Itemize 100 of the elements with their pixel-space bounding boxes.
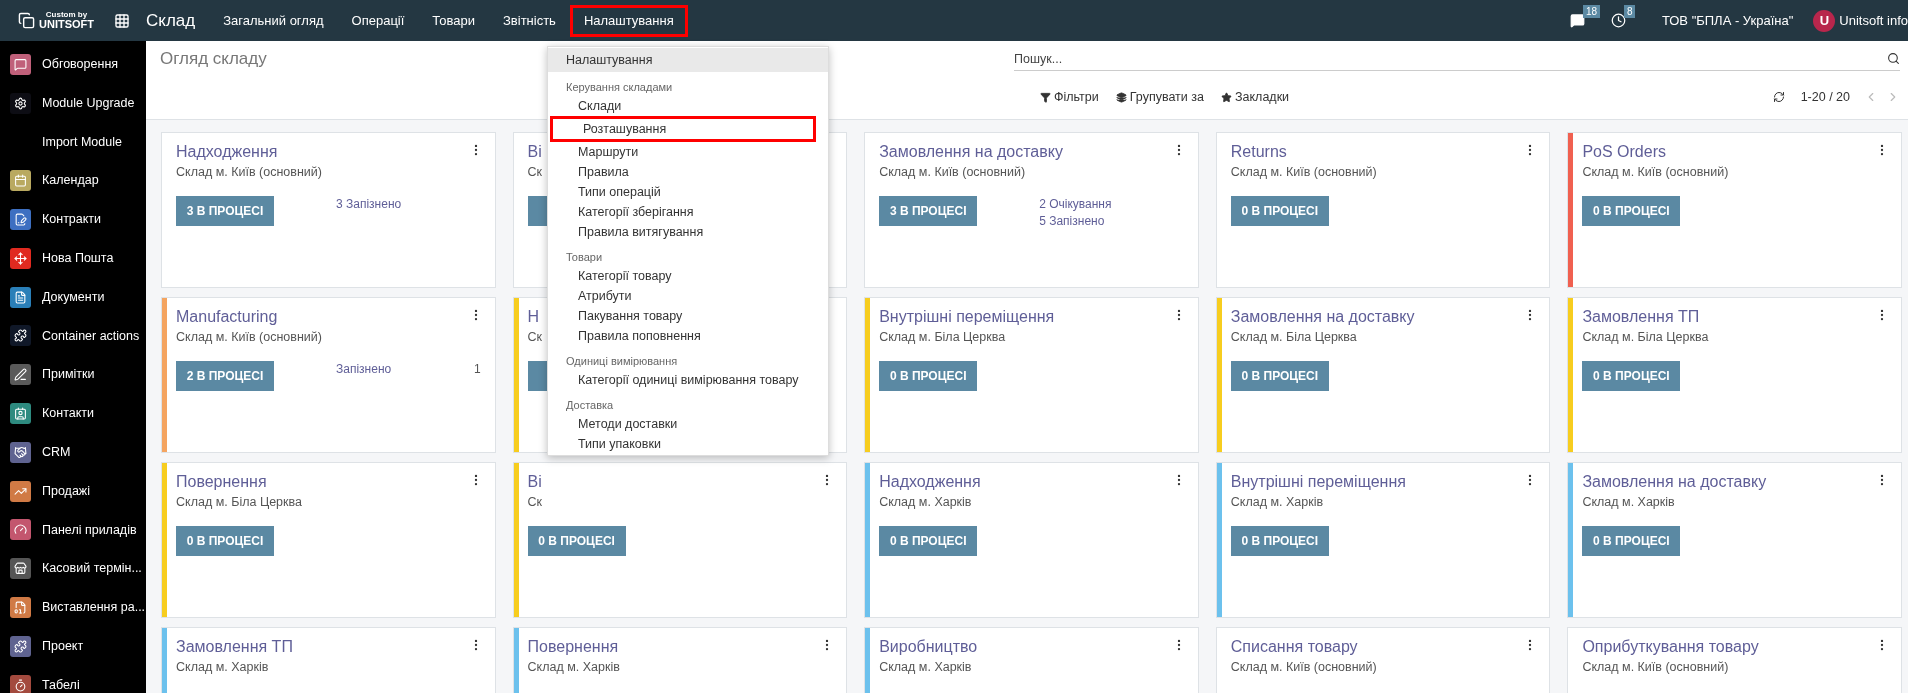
in-progress-button[interactable]: 0 В ПРОЦЕСІ [527,526,626,556]
in-progress-button[interactable]: 0 В ПРОЦЕСІ [1230,526,1329,556]
card-title[interactable]: Ві [527,471,542,493]
card-title[interactable]: Надходження [879,471,981,493]
in-progress-button[interactable]: 0 В ПРОЦЕСІ [879,526,978,556]
sidebar-item[interactable]: Module Upgrade [42,93,135,113]
apps-menu-icon[interactable] [114,12,130,29]
pager-value[interactable]: 1-20 / 20 [1800,87,1850,107]
document-pen-icon[interactable] [10,209,31,231]
in-progress-button[interactable]: 0 В ПРОЦЕСІ [879,361,978,391]
sidebar-item[interactable]: Документи [42,287,105,307]
sidebar-item[interactable]: Табелі [42,675,80,693]
puzzle-icon[interactable] [10,325,31,347]
sidebar-item[interactable]: Контракти [42,210,102,229]
card-title[interactable]: Списання товару [1230,636,1358,658]
handshake-icon[interactable] [10,441,31,463]
card-title[interactable]: Надходження [176,141,278,163]
sidebar-item[interactable]: Нова Пошта [42,249,114,268]
filter-button[interactable]: Закладки [1221,87,1290,107]
in-progress-button[interactable]: 0 В ПРОЦЕСІ [1230,361,1329,391]
card-title[interactable]: Внутрішні переміщення [879,306,1055,328]
card-title[interactable]: Замовлення на доставку [1230,306,1415,328]
sidebar-item[interactable]: CRM [42,443,71,462]
document-icon[interactable] [10,286,31,308]
dropdown-item[interactable]: Методи доставки [548,414,828,434]
avatar[interactable]: U [1813,9,1836,32]
dropdown-item[interactable]: Категорії товару [548,266,828,286]
chat-icon[interactable] [1569,13,1585,28]
stat-link[interactable]: 3 Запізнено [336,196,402,213]
in-progress-button[interactable]: 0 В ПРОЦЕСІ [176,526,274,556]
dropdown-item[interactable]: Правила витягування [548,222,828,242]
card-title[interactable]: Замовлення на доставку [1582,471,1767,493]
sidebar-item[interactable]: Продажі [42,481,90,501]
dropdown-item[interactable]: Склади [548,96,828,116]
in-progress-button[interactable]: 0 В ПРОЦЕСІ [1582,196,1681,226]
dropdown-item[interactable]: Типи операцій [548,182,828,202]
clock-icon[interactable] [1610,13,1626,28]
stat-link[interactable]: Запізнено [336,361,392,378]
dropdown-item[interactable]: Категорії зберігання [548,202,828,222]
search-field[interactable]: Пошук... [1014,47,1887,70]
menu-item[interactable]: Звітність [489,4,570,37]
sidebar-item[interactable]: Виставлення ра... [42,598,146,617]
sidebar-item[interactable]: Касовий термін... [42,559,142,579]
in-progress-button[interactable]: 0 В ПРОЦЕСІ [1582,361,1681,391]
gear-icon[interactable] [10,92,31,114]
sidebar-item[interactable]: Контакти [42,404,94,423]
store-icon[interactable] [10,558,31,580]
sidebar-item[interactable]: Проект [42,636,84,656]
company-name[interactable]: ТОВ "БПЛА - Україна" [1661,10,1794,31]
arrows-icon[interactable] [10,247,31,269]
stopwatch-icon[interactable] [10,674,31,693]
card-title[interactable]: Повернення [176,471,267,493]
sidebar-item[interactable]: Примітки [42,365,95,385]
menu-item[interactable]: Операції [337,4,419,37]
invoice-icon[interactable] [10,597,31,619]
menu-item[interactable]: Налаштування [569,4,688,37]
stat-link[interactable]: 2 Очікування [1039,196,1112,213]
dropdown-item[interactable]: Типи упаковки [548,434,828,454]
card-title[interactable]: Ві [527,141,542,163]
sidebar-item[interactable]: Import Module [42,132,122,152]
puzzle-icon[interactable] [10,635,31,657]
dropdown-item[interactable]: Правила поповнення [548,326,828,346]
dropdown-item[interactable]: Маршрути [548,142,828,162]
in-progress-button[interactable]: 0 В ПРОЦЕСІ [1582,526,1681,556]
card-title[interactable]: Виробництво [879,636,978,658]
calendar-icon[interactable] [10,170,31,192]
dropdown-item[interactable]: Пакування товару [548,306,828,326]
card-title[interactable]: Н [527,306,540,328]
card-title[interactable]: Замовлення на доставку [879,141,1063,163]
sidebar-item[interactable]: Панелі приладів [42,520,137,540]
in-progress-button[interactable]: 3 В ПРОЦЕСІ [176,196,274,226]
dropdown-item[interactable]: Налаштування [548,48,828,72]
dropdown-item[interactable]: Розташування [550,116,816,142]
refresh-icon[interactable] [1772,91,1785,103]
card-title[interactable]: Замовлення ТП [176,636,293,658]
sidebar-item[interactable]: Container actions [42,326,140,346]
stat-link[interactable]: 5 Запізнено [1039,213,1105,230]
menu-item[interactable]: Товари [418,4,489,37]
menu-item[interactable]: Загальний огляд [209,4,338,37]
pen-icon[interactable] [10,364,31,386]
card-title[interactable]: Внутрішні переміщення [1230,471,1406,493]
card-title[interactable]: PoS Orders [1582,141,1666,163]
card-title[interactable]: Manufacturing [176,306,278,328]
dropdown-item[interactable]: Атрибути [548,286,828,306]
filter-button[interactable]: Групувати за [1115,87,1204,107]
filter-button[interactable]: Фільтри [1040,87,1099,107]
card-title[interactable]: Оприбуткування товару [1582,636,1759,658]
gauge-icon[interactable] [10,519,31,541]
dropdown-item[interactable]: Правила [548,162,828,182]
dropdown-item[interactable]: Категорії одиниці вимірювання товару [548,370,828,390]
contact-card-icon[interactable] [10,403,31,425]
in-progress-button[interactable]: 0 В ПРОЦЕСІ [1230,196,1329,226]
sidebar-item[interactable]: Календар [42,171,99,191]
chat-bubble-icon[interactable] [10,53,31,75]
card-title[interactable]: Returns [1230,141,1287,163]
card-title[interactable]: Замовлення ТП [1582,306,1700,328]
user-name[interactable]: Unitsoft info [1839,10,1908,31]
in-progress-button[interactable]: 2 В ПРОЦЕСІ [176,361,274,391]
search-icon[interactable] [1887,52,1900,65]
sidebar-item[interactable]: Обговорення [42,55,119,74]
